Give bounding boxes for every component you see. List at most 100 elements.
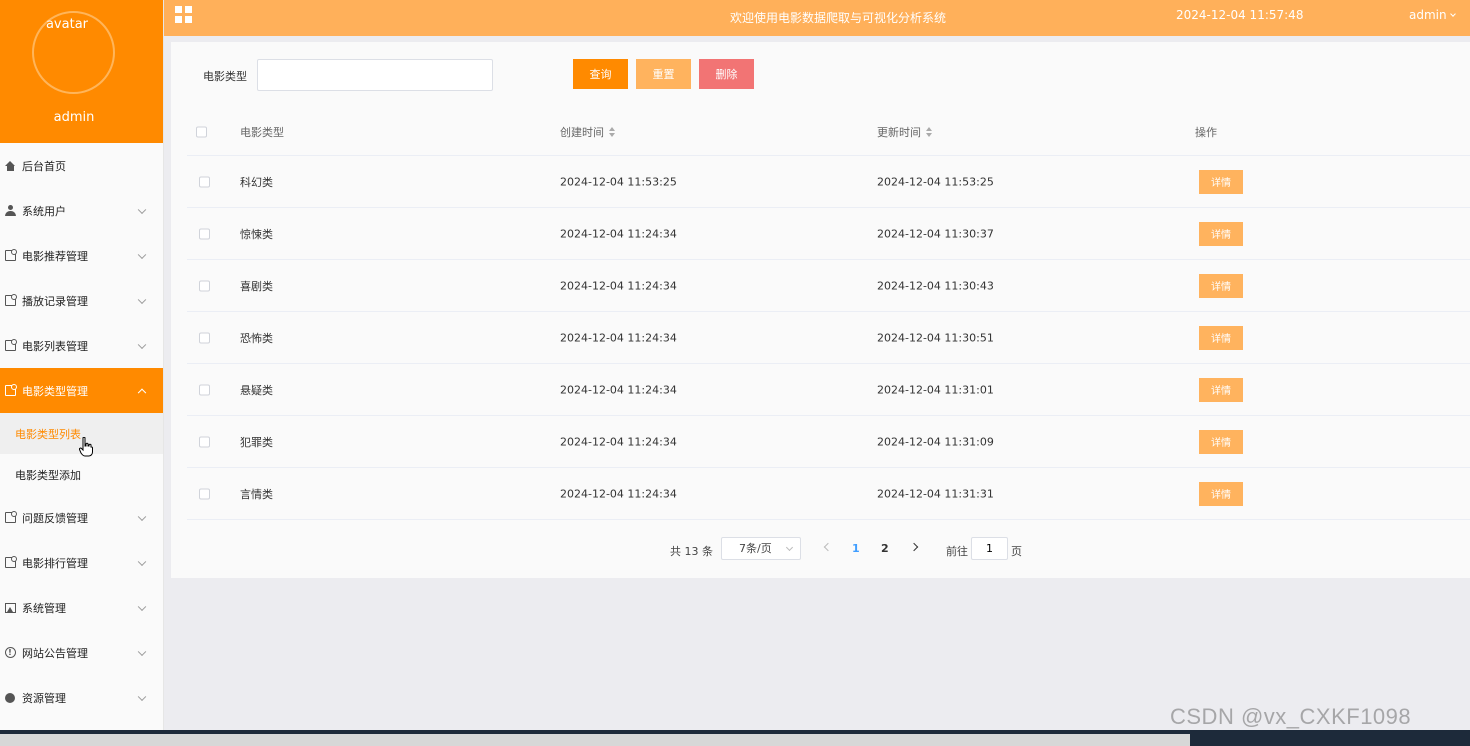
page-number-2[interactable]: 2 bbox=[881, 542, 889, 555]
goto-page-input[interactable] bbox=[971, 537, 1008, 560]
sidebar-item-movie-ranking[interactable]: 电影排行管理 bbox=[0, 540, 163, 585]
table-row: 科幻类 2024-12-04 11:53:25 2024-12-04 11:53… bbox=[187, 156, 1470, 208]
cell-type: 科幻类 bbox=[240, 175, 273, 189]
sidebar-item-system-management[interactable]: 系统管理 bbox=[0, 585, 163, 630]
cell-created: 2024-12-04 11:24:34 bbox=[560, 487, 677, 500]
user-icon bbox=[4, 205, 16, 217]
grid-menu-icon[interactable] bbox=[175, 6, 193, 24]
row-checkbox[interactable] bbox=[199, 280, 210, 291]
column-header-label: 更新时间 bbox=[877, 125, 921, 139]
cell-type: 犯罪类 bbox=[240, 435, 273, 449]
bottom-overlay-bar bbox=[0, 730, 1470, 746]
document-icon bbox=[4, 294, 17, 307]
detail-button[interactable]: 详情 bbox=[1199, 221, 1243, 246]
profile-username: admin bbox=[53, 110, 95, 125]
column-header-label: 创建时间 bbox=[560, 125, 604, 139]
image-icon bbox=[4, 602, 16, 614]
content-panel: 电影类型 查询 重置 删除 电影类型 创建时间 更新时间 操作 科幻类 2024… bbox=[171, 42, 1470, 578]
page-size-select[interactable]: 7条/页 bbox=[721, 537, 801, 560]
cell-type: 悬疑类 bbox=[240, 383, 273, 397]
sort-icon[interactable] bbox=[926, 126, 933, 137]
detail-button[interactable]: 详情 bbox=[1199, 377, 1243, 402]
avatar-alt-text: avatar bbox=[45, 17, 89, 32]
column-header-operation: 操作 bbox=[1195, 125, 1217, 139]
table-header: 电影类型 创建时间 更新时间 操作 bbox=[187, 108, 1470, 156]
sidebar-item-label: 系统管理 bbox=[22, 601, 66, 615]
cell-updated: 2024-12-04 11:31:31 bbox=[877, 487, 994, 500]
column-header-created[interactable]: 创建时间 bbox=[560, 124, 616, 140]
sidebar-item-movie-types[interactable]: 电影类型管理 bbox=[0, 368, 163, 413]
select-all-checkbox[interactable] bbox=[196, 126, 207, 137]
sidebar-item-movie-recommend[interactable]: 电影推荐管理 bbox=[0, 233, 163, 278]
sidebar-item-play-records[interactable]: 播放记录管理 bbox=[0, 278, 163, 323]
column-header-type: 电影类型 bbox=[240, 125, 284, 139]
sidebar-item-label: 电影类型管理 bbox=[22, 384, 88, 398]
submenu-item-movie-type-add[interactable]: 电影类型添加 bbox=[0, 454, 163, 495]
top-header: 欢迎使用电影数据爬取与可视化分析系统 2024-12-04 11:57:48 a… bbox=[164, 0, 1470, 36]
cell-updated: 2024-12-04 11:31:01 bbox=[877, 383, 994, 396]
sidebar-item-movie-list[interactable]: 电影列表管理 bbox=[0, 323, 163, 368]
row-checkbox[interactable] bbox=[199, 228, 210, 239]
sidebar-item-feedback[interactable]: 问题反馈管理 bbox=[0, 495, 163, 540]
document-icon bbox=[4, 511, 17, 524]
chevron-down-icon bbox=[137, 602, 147, 611]
cell-created: 2024-12-04 11:24:34 bbox=[560, 435, 677, 448]
page-number-1[interactable]: 1 bbox=[852, 542, 860, 555]
detail-button[interactable]: 详情 bbox=[1199, 429, 1243, 454]
header-datetime: 2024-12-04 11:57:48 bbox=[1176, 8, 1304, 22]
row-checkbox[interactable] bbox=[199, 176, 210, 187]
chevron-down-icon bbox=[137, 295, 147, 304]
detail-button[interactable]: 详情 bbox=[1199, 325, 1243, 350]
search-label: 电影类型 bbox=[203, 70, 247, 83]
cell-updated: 2024-12-04 11:53:25 bbox=[877, 175, 994, 188]
cell-type: 恐怖类 bbox=[240, 331, 273, 345]
sidebar-item-resources[interactable]: 资源管理 bbox=[0, 675, 163, 720]
detail-button[interactable]: 详情 bbox=[1199, 169, 1243, 194]
detail-button[interactable]: 详情 bbox=[1199, 481, 1243, 506]
user-menu[interactable]: admin bbox=[1409, 8, 1456, 22]
sidebar-item-dashboard[interactable]: 后台首页 bbox=[0, 143, 163, 188]
document-icon bbox=[4, 249, 17, 262]
row-checkbox[interactable] bbox=[199, 436, 210, 447]
sidebar-item-label: 电影列表管理 bbox=[22, 339, 88, 353]
chevron-down-icon bbox=[1449, 11, 1456, 17]
document-icon bbox=[4, 339, 17, 352]
goto-label: 前往 bbox=[946, 545, 968, 558]
pagination-total: 共 13 条 bbox=[670, 545, 713, 558]
sidebar-item-announcements[interactable]: ! 网站公告管理 bbox=[0, 630, 163, 675]
cell-type: 喜剧类 bbox=[240, 279, 273, 293]
cell-created: 2024-12-04 11:24:34 bbox=[560, 227, 677, 240]
sidebar-item-label: 网站公告管理 bbox=[22, 646, 88, 660]
cell-created: 2024-12-04 11:24:34 bbox=[560, 279, 677, 292]
sort-icon[interactable] bbox=[609, 126, 616, 137]
row-checkbox[interactable] bbox=[199, 332, 210, 343]
table-row: 悬疑类 2024-12-04 11:24:34 2024-12-04 11:31… bbox=[187, 364, 1470, 416]
row-checkbox[interactable] bbox=[199, 384, 210, 395]
goto-suffix: 页 bbox=[1011, 545, 1022, 558]
chevron-down-icon bbox=[137, 205, 147, 214]
chevron-down-icon bbox=[137, 340, 147, 349]
detail-button[interactable]: 详情 bbox=[1199, 273, 1243, 298]
cell-created: 2024-12-04 11:24:34 bbox=[560, 383, 677, 396]
sidebar-item-system-users[interactable]: 系统用户 bbox=[0, 188, 163, 233]
sidebar-item-label: 电影推荐管理 bbox=[22, 249, 88, 263]
next-page-button[interactable] bbox=[911, 543, 919, 551]
table-row: 惊悚类 2024-12-04 11:24:34 2024-12-04 11:30… bbox=[187, 208, 1470, 260]
sidebar-item-label: 系统用户 bbox=[22, 204, 66, 218]
chevron-down-icon bbox=[785, 543, 794, 552]
cell-updated: 2024-12-04 11:30:51 bbox=[877, 331, 994, 344]
prev-page-button[interactable] bbox=[823, 543, 831, 551]
movie-type-search-input[interactable] bbox=[257, 59, 493, 91]
delete-button[interactable]: 删除 bbox=[699, 59, 754, 89]
column-header-updated[interactable]: 更新时间 bbox=[877, 124, 933, 140]
sidebar-item-label: 问题反馈管理 bbox=[22, 511, 88, 525]
query-button[interactable]: 查询 bbox=[573, 59, 628, 89]
sidebar: avatar admin 后台首页 系统用户 电影推荐管理 播放记录管理 电影列… bbox=[0, 0, 164, 746]
row-checkbox[interactable] bbox=[199, 488, 210, 499]
chevron-down-icon bbox=[137, 692, 147, 701]
info-icon: ! bbox=[4, 647, 16, 659]
cell-updated: 2024-12-04 11:30:37 bbox=[877, 227, 994, 240]
document-icon bbox=[4, 384, 17, 397]
cell-created: 2024-12-04 11:24:34 bbox=[560, 331, 677, 344]
reset-button[interactable]: 重置 bbox=[636, 59, 691, 89]
